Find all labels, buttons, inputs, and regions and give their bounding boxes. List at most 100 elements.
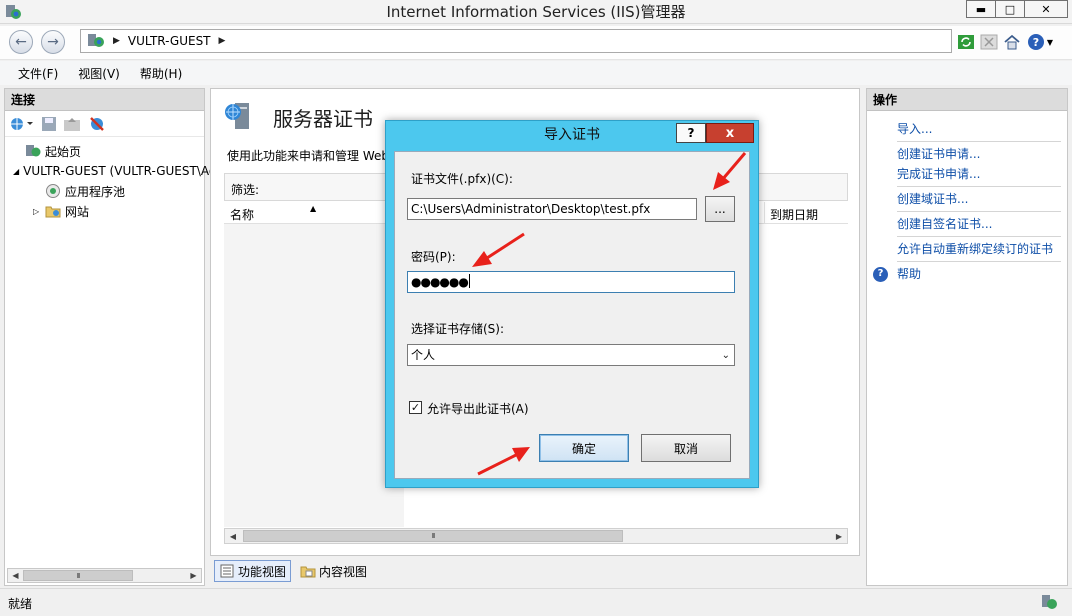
features-view-icon — [220, 564, 234, 578]
sites-folder-icon — [45, 206, 61, 218]
connections-header: 连接 — [5, 89, 204, 111]
sort-ascending-icon: ▲ — [310, 204, 317, 213]
dialog-body: 证书文件(.pfx)(C): C:\Users\Administrator\De… — [394, 151, 750, 479]
dialog-close-button[interactable]: x — [706, 123, 754, 143]
actions-pane: 操作 导入... 创建证书申请... 完成证书申请... 创建域证书... 创建… — [866, 88, 1068, 586]
list-horizontal-scrollbar[interactable]: ◀ III ▶ — [224, 528, 848, 544]
expander-collapsed-icon[interactable]: ▷ — [33, 207, 45, 216]
breadcrumb-separator: ▶ — [113, 36, 120, 46]
tab-content-view[interactable]: 内容视图 — [295, 560, 372, 582]
status-text: 就绪 — [8, 597, 33, 611]
browse-button[interactable]: ... — [705, 196, 735, 222]
column-header-name[interactable]: 名称 — [230, 206, 254, 223]
text-caret — [468, 274, 470, 288]
action-create-self-signed-cert[interactable]: 创建自签名证书... — [867, 214, 1067, 234]
forward-button[interactable]: → — [41, 30, 65, 54]
menu-bar: 文件(F) 视图(V) 帮助(H) — [0, 61, 1072, 85]
menu-view[interactable]: 视图(V) — [78, 65, 120, 82]
tree-item-label: 起始页 — [45, 144, 82, 159]
start-page-icon — [26, 145, 41, 157]
action-auto-rebind[interactable]: 允许自动重新绑定续订的证书 — [867, 239, 1067, 259]
password-label: 密码(P): — [411, 250, 456, 264]
dropdown-arrow-icon: ▼ — [1046, 37, 1054, 47]
store-label: 选择证书存储(S): — [411, 322, 505, 336]
action-divider — [897, 186, 1061, 187]
file-label: 证书文件(.pfx)(C): — [411, 172, 513, 186]
tab-label: 功能视图 — [238, 564, 287, 579]
connections-toolbar — [5, 111, 204, 137]
view-tabs: 功能视图 内容视图 — [214, 560, 372, 582]
column-header-expiry[interactable]: 到期日期 — [770, 206, 818, 223]
tree-item-label: 应用程序池 — [65, 184, 126, 199]
tree-item-app-pools[interactable]: 应用程序池 — [5, 181, 204, 201]
filter-label: 筛选: — [231, 183, 260, 197]
certificate-file-input[interactable]: C:\Users\Administrator\Desktop\test.pfx — [407, 198, 697, 220]
tree-item-label: 网站 — [65, 204, 90, 219]
password-input[interactable]: ●●●●●● — [407, 271, 735, 293]
store-selected-value: 个人 — [411, 348, 436, 362]
back-button[interactable]: ← — [9, 30, 33, 54]
import-certificate-dialog: 导入证书 ? x 证书文件(.pfx)(C): C:\Users\Adminis… — [385, 120, 759, 488]
scroll-right-icon[interactable]: ▶ — [832, 530, 846, 542]
scroll-thumb[interactable]: III — [243, 530, 623, 542]
scroll-thumb[interactable]: III — [23, 570, 133, 581]
home-icon — [1004, 34, 1020, 50]
action-create-cert-request[interactable]: 创建证书申请... — [867, 144, 1067, 164]
window-controls: ▬ □ ✕ — [966, 0, 1068, 18]
menu-help[interactable]: 帮助(H) — [140, 65, 182, 82]
maximize-button[interactable]: □ — [995, 0, 1025, 18]
minimize-button[interactable]: ▬ — [966, 0, 996, 18]
action-help[interactable]: ? 帮助 — [867, 264, 1067, 284]
scroll-left-icon[interactable]: ◀ — [226, 530, 240, 542]
list-column-shade — [224, 224, 404, 527]
address-bar[interactable]: ▶ VULTR-GUEST ▶ — [80, 29, 952, 53]
expander-expanded-icon[interactable]: ◢ — [13, 167, 19, 176]
stop-button[interactable] — [979, 32, 999, 52]
allow-export-label[interactable]: 允许导出此证书(A) — [427, 400, 529, 417]
connections-tree: 起始页 ◢ VULTR-GUEST (VULTR-GUEST\Administr… — [5, 137, 287, 221]
certificate-store-select[interactable]: 个人 ⌄ — [407, 344, 735, 366]
back-arrow-icon: ← — [15, 34, 27, 50]
help-menu-button[interactable]: ? ▼ — [1025, 32, 1055, 52]
action-create-domain-cert[interactable]: 创建域证书... — [867, 189, 1067, 209]
help-icon: ? — [873, 266, 888, 282]
action-import[interactable]: 导入... — [867, 119, 1067, 139]
tree-item-sites[interactable]: ▷ 网站 — [5, 201, 204, 221]
scroll-left-icon[interactable]: ◀ — [8, 569, 23, 582]
refresh-button[interactable] — [956, 32, 976, 52]
password-mask: ●●●●●● — [411, 275, 469, 289]
breadcrumb-server[interactable]: VULTR-GUEST — [128, 34, 211, 48]
tree-item-server[interactable]: ◢ VULTR-GUEST (VULTR-GUEST\Administrator… — [5, 161, 287, 181]
home-button[interactable] — [1002, 32, 1022, 52]
tree-item-start-page[interactable]: 起始页 — [5, 141, 204, 161]
connections-horizontal-scrollbar[interactable]: ◀ III ▶ — [7, 568, 202, 583]
dialog-help-button[interactable]: ? — [676, 123, 706, 143]
action-divider — [897, 211, 1061, 212]
tab-features-view[interactable]: 功能视图 — [214, 560, 292, 582]
stop-icon — [980, 34, 998, 50]
close-button[interactable]: ✕ — [1024, 0, 1068, 18]
action-complete-cert-request[interactable]: 完成证书申请... — [867, 164, 1067, 184]
server-icon — [88, 34, 104, 47]
connections-pane: 连接 起始页 ◢ VULTR-GUEST (VULTR-GUEST\Admini… — [4, 88, 287, 586]
status-bar: 就绪 — [0, 588, 1072, 616]
nav-toolbar: ? ▼ — [956, 32, 1055, 52]
allow-export-checkbox[interactable]: ✓ — [409, 401, 422, 414]
network-status-icon — [1042, 595, 1057, 609]
connect-globe-icon[interactable] — [9, 115, 35, 133]
up-level-icon[interactable] — [63, 116, 81, 132]
help-icon: ? — [1027, 34, 1044, 50]
breadcrumb-separator-end[interactable]: ▶ — [219, 36, 226, 46]
menu-file[interactable]: 文件(F) — [18, 65, 58, 82]
column-divider[interactable] — [764, 202, 765, 224]
disconnect-icon[interactable] — [87, 115, 107, 133]
cancel-button[interactable]: 取消 — [641, 434, 731, 462]
ok-button[interactable]: 确定 — [539, 434, 629, 462]
page-description: 使用此功能来申请和管理 Web — [227, 149, 389, 163]
scroll-right-icon[interactable]: ▶ — [186, 569, 201, 582]
save-icon[interactable] — [41, 116, 57, 132]
action-help-label: 帮助 — [897, 267, 922, 281]
navigation-bar: ← → ▶ VULTR-GUEST ▶ ? ▼ — [0, 26, 1072, 60]
chevron-down-icon: ⌄ — [721, 350, 730, 361]
server-certificates-icon — [225, 103, 249, 129]
